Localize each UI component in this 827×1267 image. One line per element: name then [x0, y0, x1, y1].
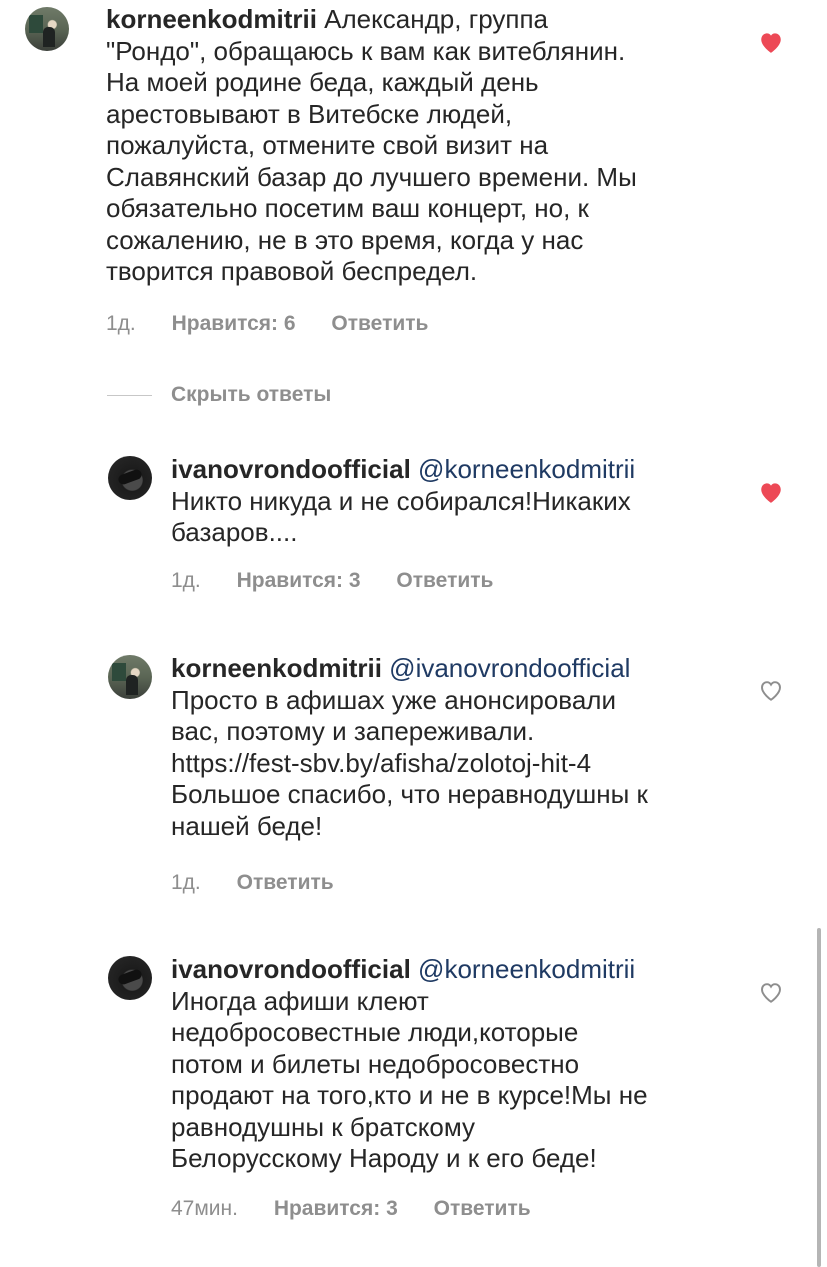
comment-line: На моей родине беда, каждый день: [106, 67, 539, 97]
comment-line: Александр, группа: [324, 4, 548, 34]
comment-line: арестовывают в Витебске людей,: [106, 98, 513, 129]
mention-link[interactable]: @ivanovrondoofficial: [389, 653, 630, 683]
reply-time: 1д.: [171, 871, 201, 894]
reply-meta: 1д. Ответить: [171, 871, 364, 895]
avatar[interactable]: [108, 655, 152, 699]
avatar[interactable]: [108, 956, 152, 1000]
avatar[interactable]: [25, 7, 69, 51]
comment-line: сожалению, не в это время, когда у нас: [106, 224, 584, 255]
scrollbar[interactable]: [817, 928, 821, 1267]
reply-text: ivanovrondoofficial @korneenkodmitrii Ни…: [171, 454, 751, 549]
reply-line: продают на того,кто и не в курсе!Мы не: [171, 1080, 648, 1110]
comment-line: "Рондо", обращаюсь к вам как витеблянин.: [106, 35, 626, 66]
reply-link[interactable]: https://fest-sbv.by/afisha/zolotoj-hit-4: [171, 748, 751, 780]
comment-text: korneenkodmitrii Александр, группа "Ронд…: [106, 4, 746, 288]
comment-line: обязательно посетим ваш концерт, но, к: [106, 193, 589, 223]
divider: [107, 395, 152, 396]
hide-replies-button[interactable]: Скрыть ответы: [171, 383, 331, 407]
comment-meta: 1д. Нравится: 6 Ответить: [106, 312, 458, 336]
reply-time: 47мин.: [171, 1197, 238, 1220]
comment-line: творится правовой беспредел.: [106, 256, 478, 286]
comment-time: 1д.: [106, 312, 136, 335]
likes-count[interactable]: Нравится: 3: [237, 569, 361, 592]
mention-link[interactable]: @korneenkodmitrii: [418, 454, 635, 484]
reply-username[interactable]: korneenkodmitrii: [171, 653, 382, 683]
likes-count[interactable]: Нравится: 6: [172, 312, 296, 335]
avatar[interactable]: [108, 456, 152, 500]
heart-outline-icon[interactable]: [758, 678, 784, 702]
reply-time: 1д.: [171, 569, 201, 592]
reply-line: равнодушны к братскому: [171, 1111, 476, 1142]
reply-line: недобросовестные люди,которые: [171, 1017, 579, 1047]
heart-filled-icon[interactable]: [758, 480, 784, 504]
heart-outline-icon[interactable]: [758, 980, 784, 1004]
comment-username[interactable]: korneenkodmitrii: [106, 4, 317, 34]
reply-line: Иногда афиши клеют: [171, 985, 429, 1016]
reply-line: Просто в афишах уже анонсировали: [171, 684, 616, 715]
reply-button[interactable]: Ответить: [434, 1197, 531, 1220]
reply-line: Белорусскому Народу и к его беде!: [171, 1143, 597, 1173]
reply-line: базаров....: [171, 517, 298, 547]
reply-meta: 47мин. Нравится: 3 Ответить: [171, 1197, 561, 1221]
reply-line: Большое спасибо, что неравнодушны к: [171, 779, 648, 809]
comment-line: Славянский базар до лучшего времени. Мы: [106, 161, 637, 192]
reply-username[interactable]: ivanovrondoofficial: [171, 454, 411, 484]
reply-line: вас, поэтому и запереживали.: [171, 716, 535, 746]
reply-line: потом и билеты недобросовестно: [171, 1048, 580, 1079]
reply-line: Никто никуда и не собирался!Никаких: [171, 485, 631, 516]
reply-button[interactable]: Ответить: [396, 569, 493, 592]
mention-link[interactable]: @korneenkodmitrii: [418, 954, 635, 984]
reply-username[interactable]: ivanovrondoofficial: [171, 954, 411, 984]
reply-line: нашей беде!: [171, 810, 323, 841]
heart-filled-icon[interactable]: [758, 30, 784, 54]
reply-text: korneenkodmitrii @ivanovrondoofficial Пр…: [171, 653, 751, 842]
reply-button[interactable]: Ответить: [331, 312, 428, 335]
reply-text: ivanovrondoofficial @korneenkodmitrii Ин…: [171, 954, 751, 1175]
comment-line: пожалуйста, отмените свой визит на: [106, 130, 549, 160]
likes-count[interactable]: Нравится: 3: [274, 1197, 398, 1220]
reply-meta: 1д. Нравится: 3 Ответить: [171, 569, 523, 593]
reply-button[interactable]: Ответить: [237, 871, 334, 894]
